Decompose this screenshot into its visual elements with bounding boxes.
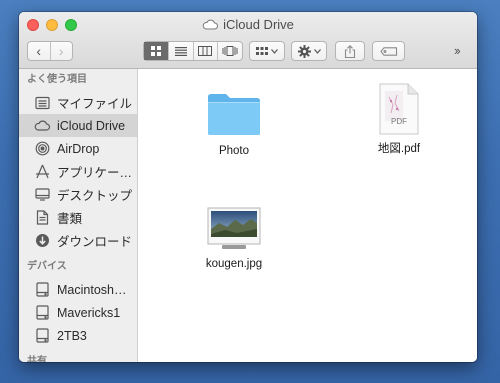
applications-icon [34, 164, 50, 180]
disk-icon [34, 305, 50, 321]
sidebar-item-device[interactable]: Mavericks1 [19, 301, 137, 324]
sidebar-item-label: Mavericks1 [57, 305, 121, 320]
back-forward-group: ‹ › [27, 41, 73, 61]
list-view-icon [174, 46, 187, 56]
gear-icon [297, 44, 311, 58]
file-browser-content: Photo PDF 地図.pdf kougen.jpg [138, 69, 477, 362]
toolbar-overflow-button[interactable]: ›› [454, 43, 461, 58]
disk-icon [34, 282, 50, 298]
file-name: 地図.pdf [377, 143, 421, 155]
icon-view-button[interactable] [144, 42, 168, 60]
view-mode-group [143, 41, 243, 61]
cloud-icon [202, 19, 219, 30]
sidebar-item-label: Macintosh… [57, 282, 127, 297]
chevron-down-icon [271, 48, 278, 54]
sidebar-item-airdrop[interactable]: AirDrop [19, 137, 137, 160]
sidebar-item-icloud-drive[interactable]: iCloud Drive [19, 114, 137, 137]
column-view-icon [198, 46, 213, 56]
window-title: iCloud Drive [19, 17, 477, 32]
icon-view-icon [150, 46, 161, 56]
file-item-folder[interactable]: Photo [202, 91, 266, 157]
sidebar-item-label: 2TB3 [57, 328, 87, 343]
sidebar-item-label: デスクトップ [57, 189, 133, 203]
downloads-icon [34, 233, 50, 249]
sidebar-item-applications[interactable]: アプリケー… [19, 160, 137, 183]
sidebar-item-label: 書類 [57, 212, 83, 226]
sidebar: よく使う項目 マイファイル iCloud Drive AirDrop アプリケー… [19, 69, 138, 362]
sidebar-header-devices: デバイス [27, 261, 67, 272]
sidebar-item-documents[interactable]: 書類 [19, 206, 137, 229]
disk-icon [34, 328, 50, 344]
coverflow-view-button[interactable] [217, 42, 242, 60]
sidebar-header-favorites: よく使う項目 [27, 74, 87, 85]
sidebar-item-label: iCloud Drive [57, 118, 126, 133]
pdf-document-icon [379, 83, 419, 135]
list-view-button[interactable] [167, 42, 193, 60]
share-icon [344, 44, 356, 58]
desktop-icon [34, 187, 50, 203]
file-name: Photo [218, 145, 250, 157]
sidebar-item-device[interactable]: Macintosh… [19, 278, 137, 301]
sidebar-header-shared: 共有 [27, 356, 47, 362]
tag-icon [379, 46, 397, 56]
all-files-icon [34, 95, 50, 111]
arrange-icon [256, 46, 268, 55]
sidebar-item-desktop[interactable]: デスクトップ [19, 183, 137, 206]
pdf-badge: PDF [391, 117, 407, 126]
share-button[interactable] [335, 41, 365, 61]
title-bar: iCloud Drive ‹ › ›› [19, 12, 477, 69]
sidebar-item-label: AirDrop [57, 141, 100, 156]
folder-icon [208, 94, 260, 135]
arrange-button[interactable] [249, 41, 285, 61]
sidebar-item-device[interactable]: 2TB3 [19, 324, 137, 347]
file-item-image[interactable]: kougen.jpg [198, 207, 270, 270]
file-item-pdf[interactable]: PDF 地図.pdf [364, 83, 434, 156]
sidebar-item-all-my-files[interactable]: マイファイル [19, 91, 137, 114]
finder-window: iCloud Drive ‹ › ›› よく使う項目 マイファイル iCloud… [19, 12, 477, 362]
column-view-button[interactable] [192, 42, 218, 60]
sidebar-item-label: アプリケー… [57, 166, 133, 180]
window-title-text: iCloud Drive [223, 17, 294, 32]
file-name: kougen.jpg [205, 258, 263, 270]
chevron-down-icon [313, 48, 321, 54]
sidebar-item-label: マイファイル [57, 97, 133, 111]
forward-button[interactable]: › [49, 42, 73, 60]
back-button[interactable]: ‹ [28, 42, 50, 60]
sidebar-item-label: ダウンロード [57, 235, 133, 249]
cloud-icon [34, 118, 50, 134]
image-thumbnail-icon [207, 207, 261, 249]
coverflow-view-icon [222, 46, 238, 56]
action-button[interactable] [291, 41, 327, 61]
documents-icon [34, 210, 50, 226]
tag-button[interactable] [372, 41, 405, 61]
sidebar-item-downloads[interactable]: ダウンロード [19, 229, 137, 252]
airdrop-icon [34, 141, 50, 157]
